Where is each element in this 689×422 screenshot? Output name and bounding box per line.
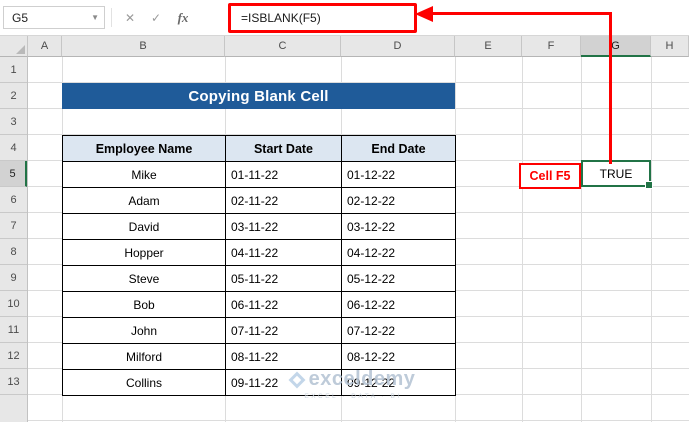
table-cell[interactable]: 08-11-22 (225, 343, 342, 370)
table-cell[interactable]: 03-12-22 (341, 213, 456, 240)
table-header-row: Employee Name Start Date End Date (62, 135, 456, 162)
table-cell[interactable]: 08-12-22 (341, 343, 456, 370)
title-banner-cell[interactable]: Copying Blank Cell (62, 83, 455, 109)
gridline (522, 57, 523, 422)
table-cell[interactable]: 09-11-22 (225, 369, 342, 396)
table-cell[interactable]: 02-11-22 (225, 187, 342, 214)
table-row: Hopper 04-11-22 04-12-22 (62, 239, 456, 266)
table-cell[interactable]: 07-11-22 (225, 317, 342, 344)
table-row: Steve 05-11-22 05-12-22 (62, 265, 456, 292)
gridline (581, 57, 582, 422)
table-cell[interactable]: 04-11-22 (225, 239, 342, 266)
sheet-grid: 1 2 3 4 5 6 7 8 9 10 11 12 13 Copying Bl… (0, 57, 689, 422)
formula-highlight-box (228, 3, 417, 33)
row-header-3[interactable]: 3 (0, 109, 27, 135)
table-cell[interactable]: 01-11-22 (225, 161, 342, 188)
toolbar-divider (111, 8, 112, 27)
annotation-arrow-head (415, 6, 433, 22)
column-header-b[interactable]: B (62, 36, 225, 57)
row-header-9[interactable]: 9 (0, 265, 27, 291)
column-header-h[interactable]: H (651, 36, 689, 57)
table-cell[interactable]: 06-11-22 (225, 291, 342, 318)
table-cell[interactable]: 05-11-22 (225, 265, 342, 292)
row-header-1[interactable]: 1 (0, 57, 27, 83)
table-header-start-date[interactable]: Start Date (225, 135, 342, 162)
row-header-column: 1 2 3 4 5 6 7 8 9 10 11 12 13 (0, 57, 28, 422)
gridline (651, 57, 652, 422)
cell-f5-callout: Cell F5 (519, 163, 581, 189)
table-cell[interactable]: 04-12-22 (341, 239, 456, 266)
employee-table: Employee Name Start Date End Date Mike 0… (62, 135, 456, 396)
table-cell[interactable]: John (62, 317, 226, 344)
table-cell[interactable]: 02-12-22 (341, 187, 456, 214)
table-cell[interactable]: Milford (62, 343, 226, 370)
annotation-arrow-horizontal (433, 12, 612, 15)
table-cell[interactable]: 06-12-22 (341, 291, 456, 318)
table-cell[interactable]: 01-12-22 (341, 161, 456, 188)
column-header-row: A B C D E F G H (0, 36, 689, 57)
column-header-d[interactable]: D (341, 36, 455, 57)
row-header-12[interactable]: 12 (0, 343, 27, 369)
table-header-employee-name[interactable]: Employee Name (62, 135, 226, 162)
table-cell[interactable]: Collins (62, 369, 226, 396)
column-header-g-selected[interactable]: G (581, 36, 651, 57)
table-cell[interactable]: Steve (62, 265, 226, 292)
table-cell[interactable]: David (62, 213, 226, 240)
table-header-end-date[interactable]: End Date (341, 135, 456, 162)
row-header-10[interactable]: 10 (0, 291, 27, 317)
table-cell[interactable]: Mike (62, 161, 226, 188)
column-header-c[interactable]: C (225, 36, 341, 57)
table-row: Milford 08-11-22 08-12-22 (62, 343, 456, 370)
table-cell[interactable]: Adam (62, 187, 226, 214)
row-header-8[interactable]: 8 (0, 239, 27, 265)
table-row: John 07-11-22 07-12-22 (62, 317, 456, 344)
table-row: Bob 06-11-22 06-12-22 (62, 291, 456, 318)
row-header-11[interactable]: 11 (0, 317, 27, 343)
table-cell[interactable]: Hopper (62, 239, 226, 266)
row-header-2[interactable]: 2 (0, 83, 27, 109)
table-cell[interactable]: 07-12-22 (341, 317, 456, 344)
name-box[interactable]: G5 ▼ (3, 6, 105, 29)
name-box-dropdown-icon[interactable]: ▼ (91, 13, 104, 22)
row-header-5-selected[interactable]: 5 (0, 161, 27, 187)
annotation-arrow-vertical (609, 12, 612, 164)
cancel-icon[interactable]: ✕ (118, 0, 142, 36)
table-cell[interactable]: 05-12-22 (341, 265, 456, 292)
table-row: Collins 09-11-22 09-12-22 (62, 369, 456, 396)
insert-function-icon[interactable]: fx (170, 0, 196, 36)
cell-value-true: TRUE (599, 166, 633, 181)
fill-handle[interactable] (645, 181, 653, 189)
column-header-e[interactable]: E (455, 36, 522, 57)
select-all-corner[interactable] (0, 36, 28, 57)
enter-icon[interactable]: ✓ (144, 0, 168, 36)
column-header-a[interactable]: A (28, 36, 62, 57)
table-cell[interactable]: 03-11-22 (225, 213, 342, 240)
table-row: Mike 01-11-22 01-12-22 (62, 161, 456, 188)
column-header-f[interactable]: F (522, 36, 581, 57)
name-box-value: G5 (12, 10, 29, 25)
table-row: David 03-11-22 03-12-22 (62, 213, 456, 240)
row-header-4[interactable]: 4 (0, 135, 27, 161)
row-header-6[interactable]: 6 (0, 187, 27, 213)
table-cell[interactable]: 09-12-22 (341, 369, 456, 396)
selected-cell-g5[interactable]: TRUE (581, 160, 653, 189)
table-row: Adam 02-11-22 02-12-22 (62, 187, 456, 214)
row-header-7[interactable]: 7 (0, 213, 27, 239)
row-header-13[interactable]: 13 (0, 369, 27, 395)
table-cell[interactable]: Bob (62, 291, 226, 318)
excel-window: G5 ▼ ✕ ✓ fx =ISBLANK(F5) A B C D E F G H… (0, 0, 689, 422)
